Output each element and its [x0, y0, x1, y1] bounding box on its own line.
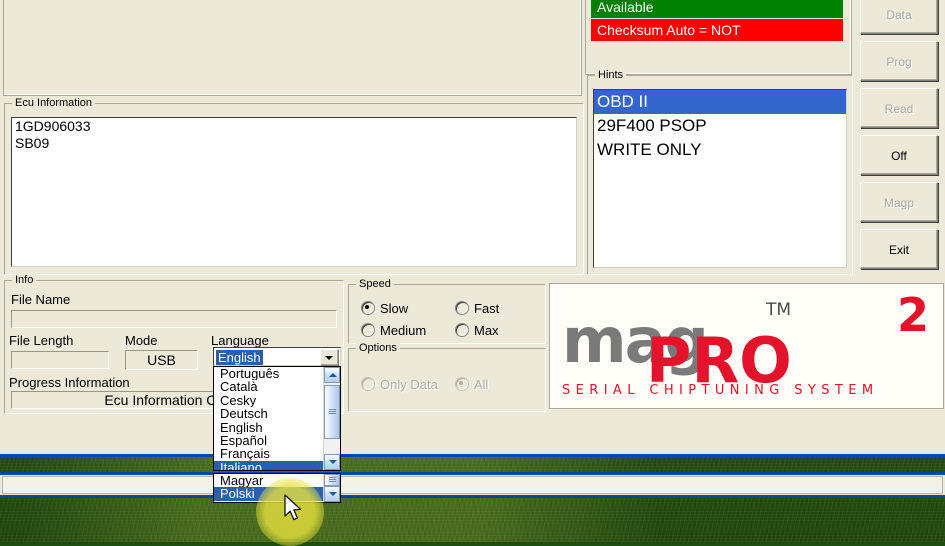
- mode-label: Mode: [125, 333, 158, 348]
- magp-button[interactable]: Magp: [860, 182, 938, 222]
- ecu-information-title: Ecu Information: [12, 97, 96, 109]
- language-option[interactable]: Cesky: [214, 394, 323, 407]
- radio-dot-icon: [455, 323, 469, 337]
- hint-item[interactable]: OBD II: [594, 90, 846, 114]
- file-name-label: File Name: [11, 292, 71, 307]
- options-radio-only-data-label: Only Data: [380, 377, 438, 392]
- language-combobox[interactable]: English: [213, 347, 341, 366]
- top-left-panel: [3, 0, 582, 96]
- hints-title: Hints: [595, 69, 627, 81]
- logo-subtitle: SERIAL CHIPTUNING SYSTEM: [562, 383, 879, 398]
- info-title: Info: [12, 274, 37, 286]
- status-panel: Available Checksum Auto = NOT: [585, 0, 852, 75]
- dropdown-overflow-scrollbar[interactable]: [323, 474, 340, 502]
- hints-group: Hints OBD II 29F400 PSOP WRITE ONLY: [587, 69, 853, 275]
- speed-radio-slow-label: Slow: [380, 301, 409, 316]
- language-option[interactable]: English: [214, 421, 323, 434]
- speed-radio-max[interactable]: Max: [455, 323, 499, 338]
- mode-field: USB: [125, 350, 198, 370]
- progress-information-label: Progress Information: [9, 375, 130, 390]
- scrollbar-thumb[interactable]: [324, 474, 340, 486]
- status-checksum-bar: Checksum Auto = NOT: [591, 19, 843, 41]
- options-title: Options: [356, 342, 400, 354]
- speed-radio-fast-label: Fast: [474, 301, 500, 316]
- background-window-client: [2, 476, 943, 494]
- ecu-info-line: SB09: [15, 135, 50, 151]
- exit-button[interactable]: Exit: [860, 229, 938, 269]
- prog-button[interactable]: Prog: [860, 41, 938, 81]
- read-button[interactable]: Read: [860, 88, 938, 128]
- off-button[interactable]: Off: [860, 135, 938, 175]
- options-radio-only-data: Only Data: [361, 377, 438, 392]
- radio-dot-icon: [361, 301, 375, 315]
- file-length-label: File Length: [9, 333, 74, 348]
- radio-dot-icon: [455, 301, 469, 315]
- data-button[interactable]: Data: [860, 0, 938, 34]
- speed-radio-slow[interactable]: Slow: [361, 301, 408, 316]
- action-button-column: Data Prog Read Off Magp Exit: [860, 0, 940, 276]
- language-option[interactable]: Français: [214, 447, 323, 460]
- speed-radio-max-label: Max: [474, 323, 499, 338]
- speed-title: Speed: [356, 278, 394, 290]
- scrollbar-thumb[interactable]: [324, 385, 340, 439]
- status-available-bar: Available: [591, 0, 843, 18]
- language-option[interactable]: Català: [214, 380, 323, 393]
- speed-radio-fast[interactable]: Fast: [455, 301, 499, 316]
- hint-item[interactable]: 29F400 PSOP: [594, 114, 846, 138]
- speed-group: Speed Slow Fast Medium Max: [348, 278, 546, 344]
- magpro-logo: mag PRO 2 TM SERIAL CHIPTUNING SYSTEM: [549, 283, 944, 409]
- ecu-information-list[interactable]: 1GD906033 SB09: [11, 117, 577, 267]
- language-option[interactable]: Português: [214, 367, 323, 380]
- file-length-field[interactable]: [11, 351, 109, 369]
- scroll-up-icon[interactable]: [324, 367, 340, 383]
- file-name-field[interactable]: [11, 310, 337, 328]
- options-radio-all: All: [455, 377, 488, 392]
- ecu-info-line: 1GD906033: [15, 118, 91, 134]
- language-option[interactable]: Polski: [214, 487, 323, 501]
- hints-list[interactable]: OBD II 29F400 PSOP WRITE ONLY: [593, 89, 847, 268]
- application-window: Ecu Information 1GD906033 SB09 Available…: [0, 0, 945, 457]
- language-dropdown-list[interactable]: Português Català Cesky Deutsch English E…: [213, 366, 341, 471]
- language-label: Language: [211, 333, 269, 348]
- background-window-strip: [0, 472, 945, 498]
- radio-dot-icon: [455, 377, 469, 391]
- language-dropdown-overflow[interactable]: Magyar Polski: [213, 473, 341, 503]
- speed-radio-medium-label: Medium: [380, 323, 427, 338]
- radio-dot-icon: [361, 377, 375, 391]
- language-option[interactable]: Español: [214, 434, 323, 447]
- language-selected-value: English: [216, 350, 263, 365]
- language-option[interactable]: Deutsch: [214, 407, 323, 420]
- dropdown-scrollbar[interactable]: [323, 367, 340, 470]
- options-group: Options Only Data All: [348, 342, 546, 412]
- scroll-down-icon[interactable]: [324, 486, 340, 502]
- language-option[interactable]: Magyar: [214, 474, 323, 487]
- radio-dot-icon: [361, 323, 375, 337]
- scroll-down-icon[interactable]: [324, 454, 340, 470]
- ecu-information-group: Ecu Information 1GD906033 SB09: [4, 97, 584, 275]
- chevron-down-icon[interactable]: [320, 349, 339, 366]
- logo-superscript-text: 2: [896, 288, 929, 342]
- language-option[interactable]: Italiano: [214, 460, 323, 470]
- speed-radio-medium[interactable]: Medium: [361, 323, 426, 338]
- logo-trademark-icon: TM: [766, 300, 792, 320]
- hint-item[interactable]: WRITE ONLY: [594, 138, 846, 162]
- options-radio-all-label: All: [474, 377, 489, 392]
- window-bottom-edge: [0, 454, 945, 457]
